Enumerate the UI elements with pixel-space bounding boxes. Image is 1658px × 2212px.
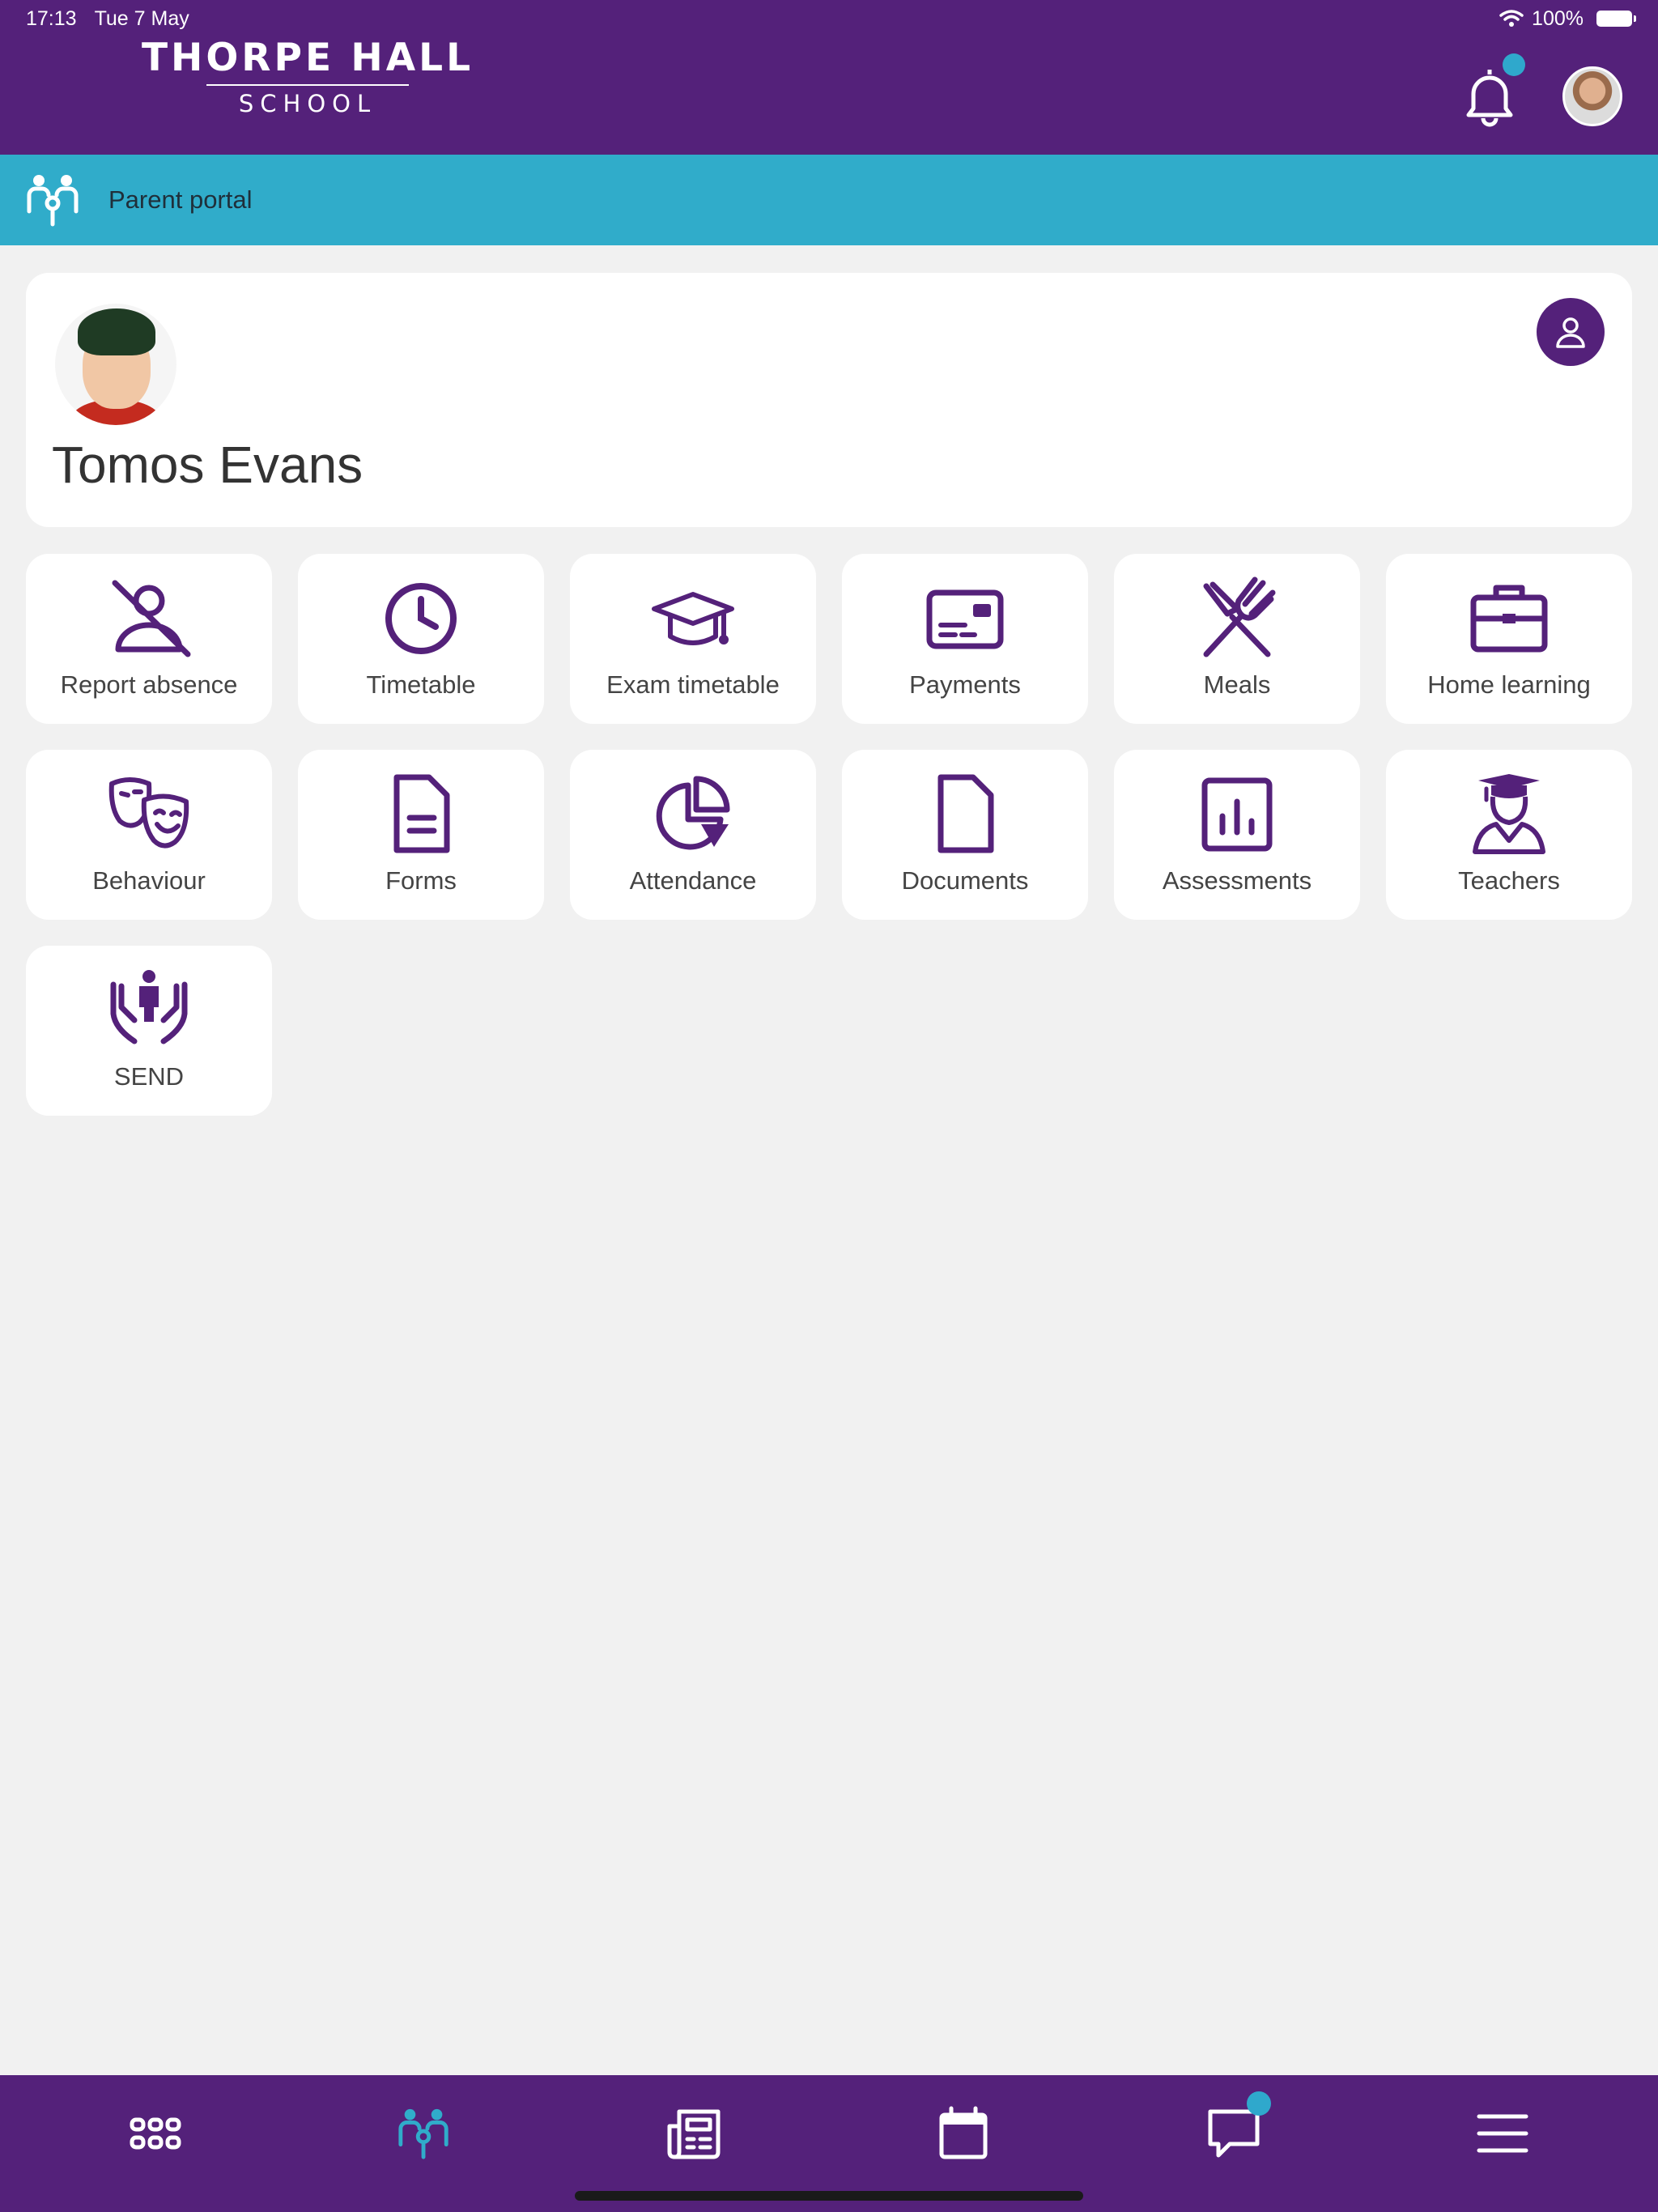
logo-subtitle: SCHOOL bbox=[238, 90, 377, 117]
apps-grid-icon bbox=[130, 2117, 181, 2150]
tile-report-absence[interactable]: Report absence bbox=[26, 554, 272, 724]
nav-calendar[interactable] bbox=[929, 2099, 997, 2167]
calendar-icon bbox=[939, 2106, 988, 2159]
person-icon bbox=[1556, 317, 1585, 348]
payment-card-icon bbox=[926, 589, 1004, 649]
student-profile-button[interactable] bbox=[1537, 298, 1605, 366]
tile-label: Documents bbox=[901, 866, 1029, 895]
school-logo: THORPE HALL SCHOOL bbox=[130, 36, 486, 117]
user-avatar[interactable] bbox=[1562, 66, 1622, 126]
tile-teachers[interactable]: Teachers bbox=[1386, 750, 1632, 920]
status-time: 17:13 bbox=[26, 6, 77, 30]
section-bar: Parent portal bbox=[0, 155, 1658, 245]
student-photo bbox=[55, 304, 176, 425]
notification-badge bbox=[1503, 53, 1525, 76]
nav-parent-portal[interactable] bbox=[390, 2099, 458, 2167]
menu-icon bbox=[1477, 2114, 1528, 2153]
battery-percent: 100% bbox=[1532, 6, 1584, 30]
care-hands-icon bbox=[110, 970, 188, 1044]
wifi-icon bbox=[1499, 10, 1524, 27]
nav-news[interactable] bbox=[661, 2099, 729, 2167]
logo-title: THORPE HALL bbox=[141, 36, 474, 80]
graduation-cap-icon bbox=[652, 592, 734, 645]
tile-label: Timetable bbox=[366, 670, 476, 699]
tile-exam-timetable[interactable]: Exam timetable bbox=[570, 554, 816, 724]
tile-label: Home learning bbox=[1427, 670, 1591, 699]
tile-label: SEND bbox=[113, 1062, 185, 1091]
pie-chart-icon bbox=[656, 776, 730, 850]
status-bar: 17:13 Tue 7 May 100% bbox=[26, 5, 1636, 32]
tile-meals[interactable]: Meals bbox=[1114, 554, 1360, 724]
tile-label: Behaviour bbox=[92, 866, 206, 895]
student-profile-card: Tomos Evans bbox=[26, 273, 1632, 527]
person-off-icon bbox=[112, 580, 191, 657]
feature-grid: Report absence Timetable Exam timetable bbox=[26, 554, 1632, 1116]
document-icon bbox=[937, 774, 994, 853]
family-icon bbox=[27, 175, 79, 227]
nav-menu[interactable] bbox=[1469, 2099, 1537, 2167]
tile-home-learning[interactable]: Home learning bbox=[1386, 554, 1632, 724]
nav-apps[interactable] bbox=[121, 2099, 189, 2167]
tile-label: Attendance bbox=[629, 866, 757, 895]
status-date: Tue 7 May bbox=[94, 6, 189, 30]
bar-chart-icon bbox=[1201, 777, 1273, 852]
tile-label: Meals bbox=[1203, 670, 1271, 699]
tile-label: Assessments bbox=[1162, 866, 1312, 895]
tile-behaviour[interactable]: Behaviour bbox=[26, 750, 272, 920]
tile-send[interactable]: SEND bbox=[26, 946, 272, 1116]
tile-label: Payments bbox=[909, 670, 1021, 699]
tile-label: Teachers bbox=[1458, 866, 1560, 895]
teacher-icon bbox=[1473, 774, 1545, 854]
tile-assessments[interactable]: Assessments bbox=[1114, 750, 1360, 920]
battery-icon bbox=[1596, 11, 1636, 27]
news-icon bbox=[667, 2109, 721, 2159]
section-title: Parent portal bbox=[108, 185, 253, 214]
briefcase-icon bbox=[1470, 585, 1548, 653]
tile-documents[interactable]: Documents bbox=[842, 750, 1088, 920]
home-indicator bbox=[575, 2191, 1083, 2201]
clock-icon bbox=[385, 583, 457, 654]
cutlery-icon bbox=[1203, 576, 1276, 657]
app-header: 17:13 Tue 7 May 100% THORPE HALL SCHOOL bbox=[0, 0, 1658, 155]
tile-forms[interactable]: Forms bbox=[298, 750, 544, 920]
student-name: Tomos Evans bbox=[52, 436, 363, 494]
theatre-masks-icon bbox=[108, 777, 189, 849]
family-icon bbox=[398, 2108, 449, 2159]
form-document-icon bbox=[393, 774, 450, 853]
tile-payments[interactable]: Payments bbox=[842, 554, 1088, 724]
tile-label: Report absence bbox=[60, 670, 238, 699]
tile-label: Exam timetable bbox=[606, 670, 780, 699]
tile-attendance[interactable]: Attendance bbox=[570, 750, 816, 920]
tile-timetable[interactable]: Timetable bbox=[298, 554, 544, 724]
tile-label: Forms bbox=[385, 866, 457, 895]
messages-badge bbox=[1247, 2091, 1271, 2116]
